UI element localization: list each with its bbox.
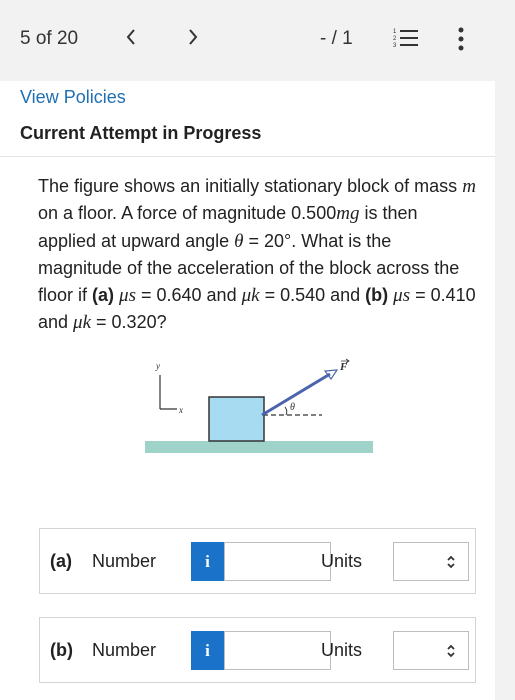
angle-label: θ [290, 402, 295, 413]
number-label: Number [92, 640, 157, 660]
previous-question-button[interactable] [124, 26, 138, 54]
divider [0, 156, 495, 157]
question-counter: 5 of 20 [20, 28, 79, 49]
chevron-up-down-icon [447, 644, 455, 658]
units-label: Units [321, 551, 363, 571]
svg-text:2: 2 [393, 36, 397, 42]
units-label: Units [321, 640, 363, 660]
force-vector [261, 372, 331, 417]
part-label: (b) [50, 640, 73, 660]
question-panel: View Policies Current Attempt in Progres… [0, 81, 495, 700]
units-select-b[interactable] [393, 631, 469, 670]
number-input-a[interactable] [224, 542, 331, 581]
part-label: (a) [50, 551, 72, 571]
chevron-left-icon [126, 29, 135, 45]
more-vertical-icon[interactable] [456, 26, 466, 52]
y-axis-label: y [155, 361, 160, 371]
svg-text:3: 3 [393, 43, 397, 49]
svg-text:1: 1 [393, 29, 397, 35]
floor [145, 441, 373, 453]
question-text: The figure shows an initially stationary… [38, 176, 476, 334]
info-button[interactable]: i [191, 542, 224, 581]
answer-row-a: (a) Number i Units [39, 528, 476, 594]
units-select-a[interactable] [393, 542, 469, 581]
next-question-button[interactable] [186, 26, 200, 54]
numbered-list-icon[interactable]: 1 2 3 [393, 27, 419, 49]
number-label: Number [92, 551, 157, 571]
info-button[interactable]: i [191, 631, 224, 670]
chevron-right-icon [189, 29, 198, 45]
coordinate-axes: y x [155, 361, 183, 415]
x-axis-label: x [178, 405, 183, 415]
chevron-up-down-icon [447, 555, 455, 569]
top-navigation-bar: 5 of 20 - / 1 1 2 3 [0, 0, 515, 80]
block-force-figure: y x θ F [145, 358, 373, 453]
number-input-b[interactable] [224, 631, 331, 670]
attempt-status: Current Attempt in Progress [20, 123, 262, 143]
block [208, 396, 265, 442]
angle-arc [284, 406, 288, 416]
answer-row-b: (b) Number i Units [39, 617, 476, 683]
score-display: - / 1 [320, 28, 353, 49]
view-policies-link[interactable]: View Policies [20, 87, 126, 108]
